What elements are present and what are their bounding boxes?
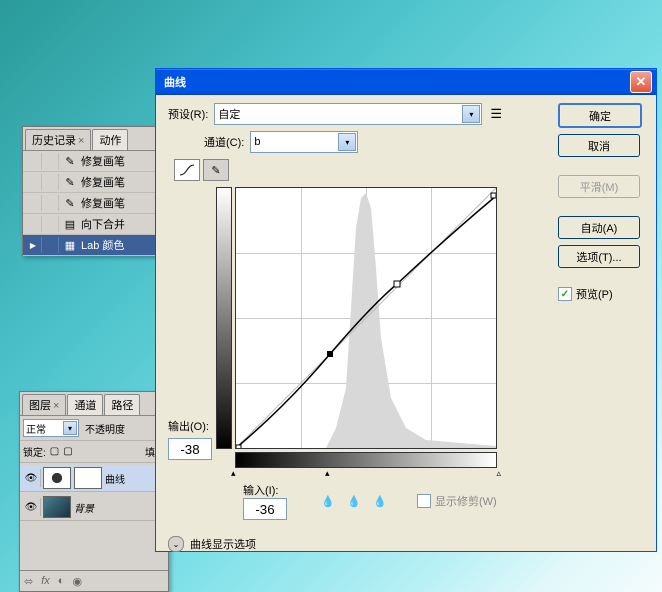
slider-handle[interactable]: ▴ <box>231 468 236 479</box>
eyedropper-black[interactable]: 💧 <box>319 492 337 510</box>
adjust-icon[interactable]: ◉ <box>72 575 82 588</box>
doc-icon: ▦ <box>62 237 78 253</box>
layer-row[interactable]: 👁 背景 <box>20 494 168 521</box>
brush-icon: ✎ <box>62 195 78 211</box>
show-clipping-label: 显示修剪(W) <box>435 493 497 509</box>
close-button[interactable]: ✕ <box>630 71 652 93</box>
titlebar[interactable]: 曲线 ✕ <box>156 69 656 95</box>
show-clipping-checkbox[interactable] <box>417 494 431 508</box>
history-list: ✎修复画笔 ✎修复画笔 ✎修复画笔 ▤向下合并 ▶▦Lab 颜色 <box>23 151 163 256</box>
curve-graph[interactable] <box>235 187 497 449</box>
input-label: 输入(I): <box>243 482 287 498</box>
history-tabs: 历史记录× 动作 <box>23 127 163 151</box>
dialog-title: 曲线 <box>160 74 630 90</box>
chevron-down-icon: ▾ <box>338 133 356 151</box>
layer-thumb <box>43 467 71 489</box>
slider-handle[interactable]: ▵ <box>496 468 501 479</box>
history-item[interactable]: ✎修复画笔 <box>23 193 163 214</box>
curves-dialog: 曲线 ✕ 预设(R): 自定 ▾ ☰ 通道(C): b ▾ ✎ <box>155 68 657 552</box>
preset-select[interactable]: 自定 ▾ <box>214 103 482 125</box>
layer-lock-row: 锁定: ▢ ▢ 填充 <box>20 441 168 463</box>
history-item[interactable]: ✎修复画笔 <box>23 172 163 193</box>
auto-button[interactable]: 自动(A) <box>558 216 640 239</box>
mask-thumb <box>74 467 102 489</box>
layer-thumb <box>43 496 71 518</box>
output-gradient <box>216 187 232 449</box>
cancel-button[interactable]: 取消 <box>558 134 640 157</box>
chevron-down-icon: ▾ <box>63 421 77 435</box>
preview-row: ✓ 预览(P) <box>558 286 644 302</box>
preset-label: 预设(R): <box>168 106 208 122</box>
close-icon[interactable]: × <box>53 400 59 412</box>
marker-icon: ▶ <box>30 241 36 250</box>
output-label: 输出(O): <box>168 418 212 434</box>
input-field[interactable] <box>243 498 287 520</box>
channel-label: 通道(C): <box>204 134 244 150</box>
lock-label: 锁定: <box>23 444 46 459</box>
blend-mode-select[interactable]: 正常▾ <box>23 419 79 437</box>
visibility-icon[interactable]: 👁 <box>22 469 41 487</box>
tab-actions[interactable]: 动作 <box>92 129 128 150</box>
merge-icon: ▤ <box>62 216 78 232</box>
eyedropper-gray[interactable]: 💧 <box>345 492 363 510</box>
link-icon[interactable]: ⬄ <box>24 575 33 588</box>
history-item-selected[interactable]: ▶▦Lab 颜色 <box>23 235 163 256</box>
opacity-label: 不透明度 <box>85 421 125 436</box>
output-field[interactable] <box>168 438 212 460</box>
preview-label: 预览(P) <box>576 286 613 302</box>
layers-panel: 图层× 通道 路径 正常▾ 不透明度 锁定: ▢ ▢ 填充 👁 曲线 👁 背景 … <box>19 391 169 592</box>
expand-label: 曲线显示选项 <box>190 536 256 552</box>
layer-options: 正常▾ 不透明度 <box>20 416 168 441</box>
tab-channels[interactable]: 通道 <box>67 394 103 415</box>
input-gradient <box>235 452 497 468</box>
layer-row[interactable]: 👁 曲线 <box>20 465 168 492</box>
lock-icon[interactable]: ▢ <box>50 446 59 457</box>
layer-name: 曲线 <box>105 471 125 486</box>
brush-icon: ✎ <box>62 153 78 169</box>
slider-handle[interactable]: ▴ <box>325 468 330 479</box>
tab-history[interactable]: 历史记录× <box>25 129 91 150</box>
eyedropper-white[interactable]: 💧 <box>371 492 389 510</box>
options-button[interactable]: 选项(T)... <box>558 245 640 268</box>
curve-tool[interactable] <box>174 159 200 181</box>
ok-button[interactable]: 确定 <box>558 103 642 128</box>
history-panel: 历史记录× 动作 ✎修复画笔 ✎修复画笔 ✎修复画笔 ▤向下合并 ▶▦Lab 颜… <box>22 126 164 256</box>
mask-icon[interactable]: ◐ <box>58 575 65 587</box>
layers-footer: ⬄ fx ◐ ◉ <box>20 570 168 591</box>
history-item[interactable]: ✎修复画笔 <box>23 151 163 172</box>
preset-menu-icon[interactable]: ☰ <box>490 106 502 122</box>
tab-layers[interactable]: 图层× <box>22 394 66 415</box>
layers-tabs: 图层× 通道 路径 <box>20 392 168 416</box>
pencil-tool[interactable]: ✎ <box>203 159 229 181</box>
preview-checkbox[interactable]: ✓ <box>558 287 572 301</box>
history-item[interactable]: ▤向下合并 <box>23 214 163 235</box>
close-icon[interactable]: × <box>78 135 84 147</box>
smooth-button: 平滑(M) <box>558 175 640 198</box>
brush-icon: ✎ <box>62 174 78 190</box>
curve-line <box>236 188 496 448</box>
layer-name: 背景 <box>74 500 94 515</box>
fx-icon[interactable]: fx <box>41 575 50 587</box>
expand-icon[interactable]: ⌄ <box>168 536 184 552</box>
channel-select[interactable]: b ▾ <box>250 131 358 153</box>
visibility-icon[interactable]: 👁 <box>22 498 41 516</box>
lock-icon[interactable]: ▢ <box>63 446 72 457</box>
tab-paths[interactable]: 路径 <box>104 394 140 415</box>
chevron-down-icon: ▾ <box>462 105 480 123</box>
